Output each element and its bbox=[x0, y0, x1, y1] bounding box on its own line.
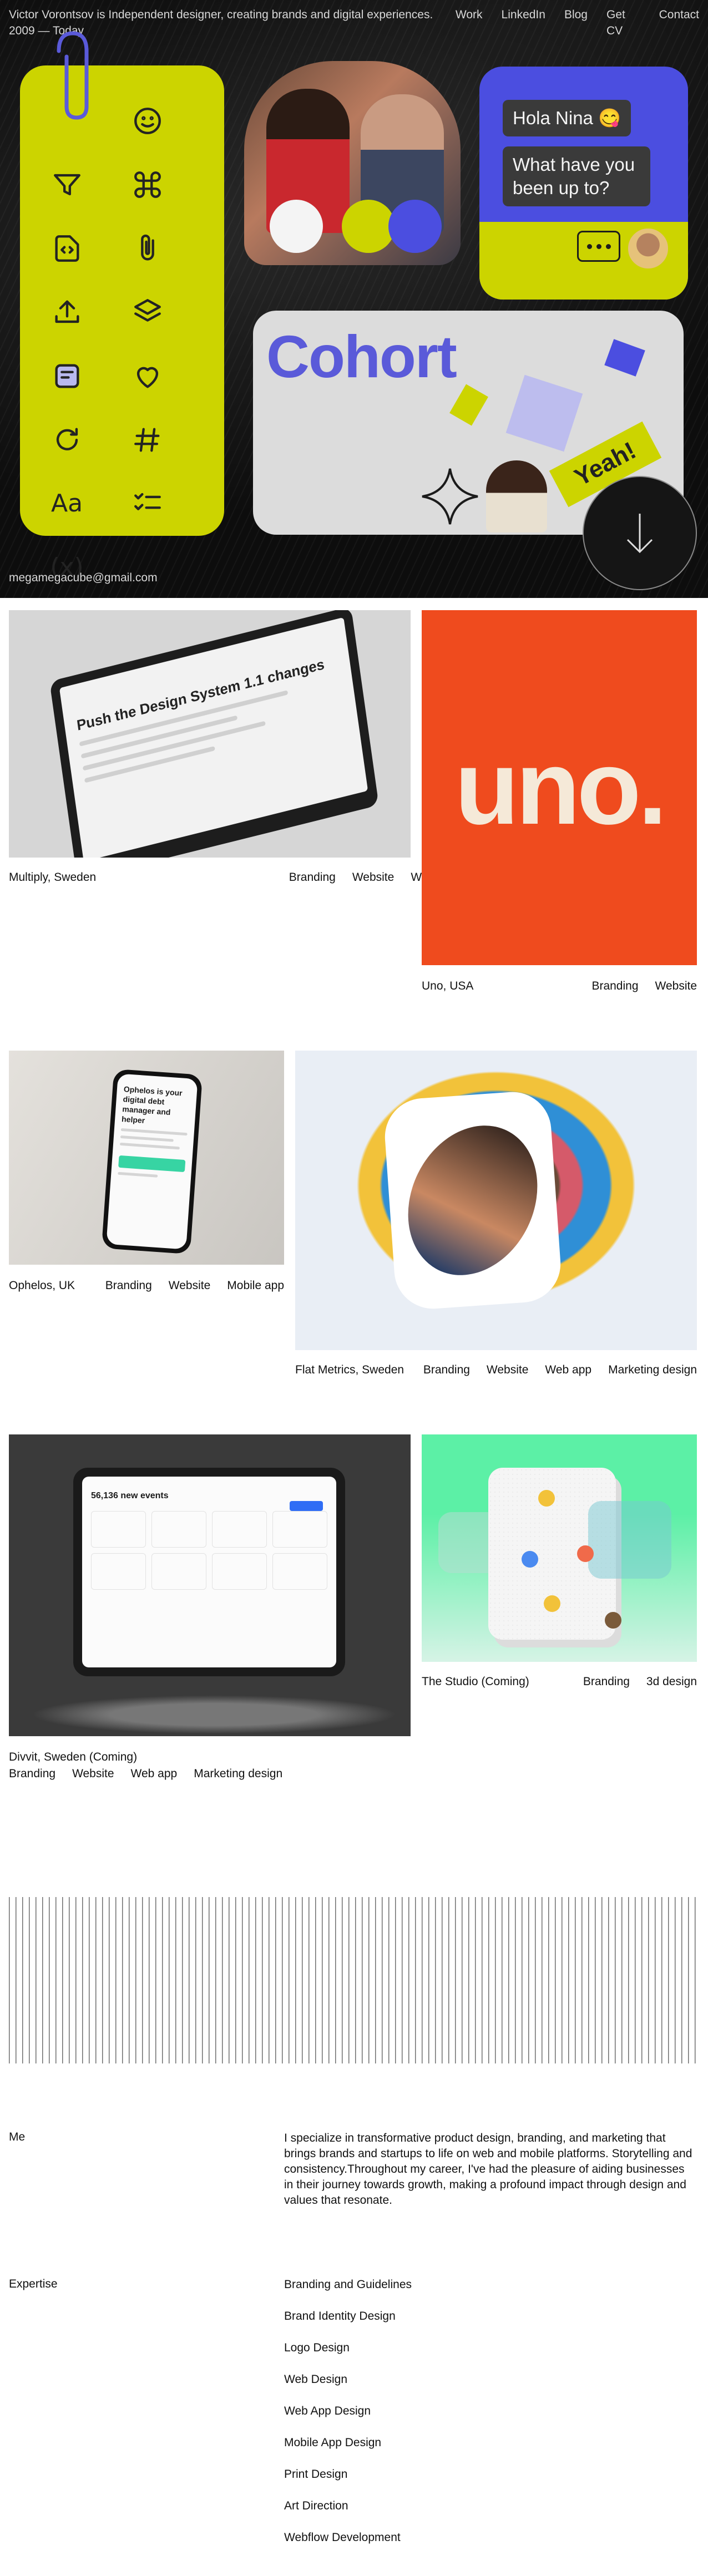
project-tags: Branding Website Mobile app bbox=[105, 1279, 284, 1292]
layers-icon bbox=[107, 280, 188, 344]
text-type-icon: Aa bbox=[50, 489, 83, 518]
variable-icon: (x) bbox=[50, 553, 84, 581]
tag: Website bbox=[352, 871, 395, 884]
tag: Web app bbox=[545, 1363, 592, 1376]
me-description: I specialize in transformative product d… bbox=[284, 2132, 692, 2207]
list-item: Webflow Development bbox=[284, 2531, 401, 2544]
nav-contact-link[interactable]: Contact bbox=[659, 7, 699, 39]
tag: Website bbox=[168, 1279, 211, 1292]
project-title: Flat Metrics, Sweden bbox=[295, 1363, 404, 1376]
me-label: Me bbox=[9, 2131, 26, 2143]
nav-get-cv-link[interactable]: Get CV bbox=[606, 7, 640, 39]
uno-wordmark: uno. bbox=[454, 729, 667, 846]
flat-metrics-logo bbox=[382, 1089, 563, 1312]
chat-question-bubble: What have you been up to? bbox=[503, 146, 650, 206]
icon-grid: Aa (x) bbox=[27, 89, 188, 598]
list-item: Branding and Guidelines bbox=[284, 2278, 412, 2291]
project-caption: The Studio (Coming) Branding 3d design bbox=[422, 1675, 697, 1688]
project-thumbnail[interactable]: uno. bbox=[422, 610, 697, 965]
list-item: Brand Identity Design bbox=[284, 2310, 396, 2323]
tag: Website bbox=[72, 1767, 114, 1780]
nav-blog-link[interactable]: Blog bbox=[564, 7, 588, 39]
sparkle-icon bbox=[422, 468, 478, 525]
refresh-icon bbox=[27, 408, 107, 471]
phone-mockup: Ophelos is your digital debt manager and… bbox=[101, 1068, 203, 1255]
tag: Website bbox=[486, 1363, 529, 1376]
list-item: Logo Design bbox=[284, 2341, 350, 2354]
list-item: Web Design bbox=[284, 2373, 348, 2386]
project-caption: Multiply, Sweden Branding Website Web ap… bbox=[9, 871, 457, 884]
main-nav: Work LinkedIn Blog Get CV Contact bbox=[456, 7, 699, 39]
paperclip-icon bbox=[57, 31, 89, 120]
project-title: Ophelos, UK bbox=[9, 1279, 75, 1292]
project-caption: Flat Metrics, Sweden Branding Website We… bbox=[295, 1363, 697, 1377]
tag: Website bbox=[655, 980, 697, 992]
checklist-icon bbox=[107, 471, 188, 535]
arrow-down-icon bbox=[626, 514, 653, 554]
tag: Branding bbox=[9, 1767, 56, 1780]
nav-work-link[interactable]: Work bbox=[456, 7, 483, 39]
hero-section: Victor Vorontsov is Independent designer… bbox=[0, 0, 708, 598]
code-file-icon bbox=[27, 216, 107, 280]
nav-linkedin-link[interactable]: LinkedIn bbox=[502, 7, 545, 39]
command-icon bbox=[107, 153, 188, 216]
tag: Branding bbox=[105, 1279, 152, 1292]
list-item: Art Direction bbox=[284, 2499, 348, 2512]
list-item: Mobile App Design bbox=[284, 2436, 382, 2449]
typing-indicator bbox=[577, 231, 620, 262]
tag: Web app bbox=[130, 1767, 178, 1780]
decorative-stripes bbox=[9, 1897, 699, 2063]
project-thumbnail[interactable] bbox=[295, 1051, 697, 1350]
project-tags: Branding Website Web app Marketing desig… bbox=[423, 1363, 697, 1377]
project-thumbnail[interactable]: Push the Design System 1.1 changes bbox=[9, 610, 411, 858]
laptop-mockup: Push the Design System 1.1 changes bbox=[49, 610, 379, 858]
tag: Branding bbox=[591, 980, 639, 992]
project-title: Multiply, Sweden bbox=[9, 871, 97, 884]
project-caption: Divvit, Sweden (Coming) bbox=[9, 1751, 411, 1764]
project-title: Divvit, Sweden (Coming) bbox=[9, 1751, 138, 1763]
email-link[interactable]: megamegacube@gmail.com bbox=[9, 571, 158, 585]
filter-icon bbox=[27, 153, 107, 216]
note-icon bbox=[27, 344, 107, 408]
project-tags: Branding 3d design bbox=[583, 1675, 697, 1688]
tag: Mobile app bbox=[227, 1279, 284, 1292]
project-tags: Branding Website Web app Marketing desig… bbox=[9, 1767, 282, 1781]
tag: Branding bbox=[423, 1363, 470, 1376]
tag: 3d design bbox=[646, 1675, 697, 1688]
hashtag-icon bbox=[107, 408, 188, 471]
project-tags: Branding Website bbox=[591, 980, 697, 993]
heart-icon bbox=[107, 344, 188, 408]
tablet-mockup: 56,136 new events bbox=[73, 1468, 345, 1676]
project-thumbnail[interactable] bbox=[422, 1434, 697, 1662]
tag: Marketing design bbox=[608, 1363, 697, 1376]
chat-greeting-bubble: Hola Nina 😋 bbox=[503, 100, 631, 136]
project-caption: Ophelos, UK Branding Website Mobile app bbox=[9, 1279, 284, 1292]
tag: Marketing design bbox=[194, 1767, 283, 1780]
top-bar: Victor Vorontsov is Independent designer… bbox=[9, 7, 699, 39]
cohort-avatar bbox=[486, 460, 547, 533]
list-item: Print Design bbox=[284, 2468, 348, 2481]
project-thumbnail[interactable]: 56,136 new events bbox=[9, 1434, 411, 1736]
cohort-wordmark: Cohort bbox=[266, 323, 457, 390]
color-dots bbox=[270, 200, 492, 255]
avatar bbox=[628, 229, 668, 268]
upload-icon bbox=[27, 280, 107, 344]
tag: Branding bbox=[583, 1675, 630, 1688]
scroll-down-button[interactable] bbox=[583, 476, 697, 590]
expertise-label: Expertise bbox=[9, 2278, 58, 2290]
smiley-icon bbox=[107, 89, 188, 153]
project-caption: Uno, USA Branding Website bbox=[422, 980, 697, 993]
attachment-icon bbox=[107, 216, 188, 280]
tag: Branding bbox=[289, 871, 336, 884]
project-title: The Studio (Coming) bbox=[422, 1675, 529, 1688]
project-thumbnail[interactable]: Ophelos is your digital debt manager and… bbox=[9, 1051, 284, 1265]
expertise-list: Branding and Guidelines Brand Identity D… bbox=[284, 2278, 412, 2562]
project-title: Uno, USA bbox=[422, 980, 474, 992]
list-item: Web App Design bbox=[284, 2405, 371, 2417]
